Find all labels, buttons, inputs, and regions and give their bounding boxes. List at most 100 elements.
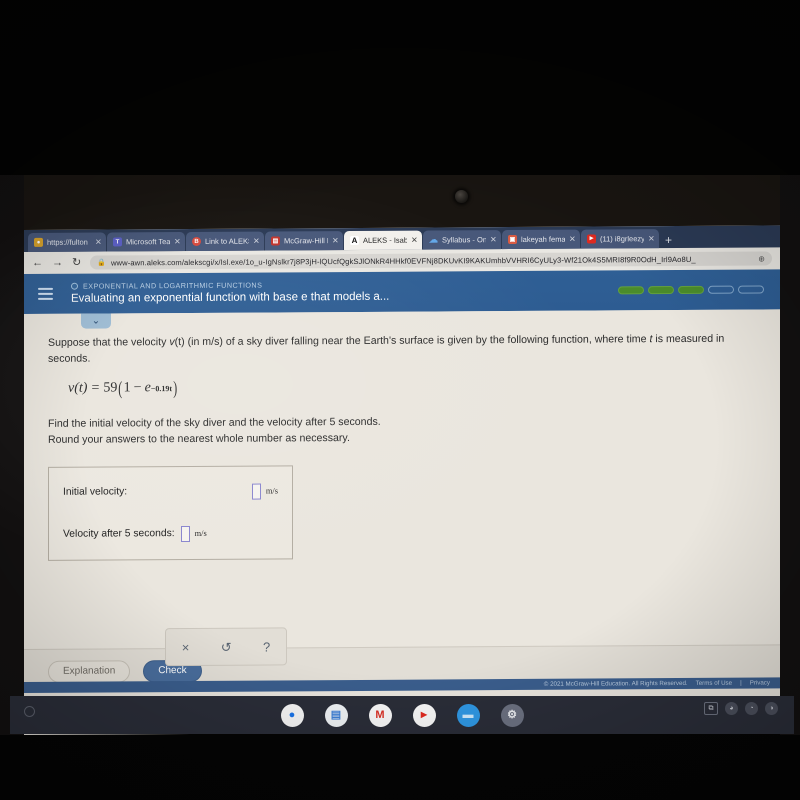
formula-one: 1 <box>123 380 131 396</box>
formula-exponent: −0.19t <box>150 383 173 394</box>
formula-open-paren: ( <box>118 378 123 400</box>
close-icon[interactable]: ✕ <box>569 235 576 244</box>
initial-velocity-label: Initial velocity: <box>63 486 128 498</box>
browser-tab-4-active[interactable]: A ALEKS - Isabel ✕ <box>344 230 422 251</box>
objective-title: Evaluating an exponential function with … <box>71 290 390 305</box>
undo-icon[interactable]: ↺ <box>221 639 232 654</box>
tab-title: lakeyah fema <box>521 234 565 244</box>
aleks-icon: A <box>350 235 359 246</box>
progress-segment-4 <box>708 285 734 294</box>
new-tab-button[interactable]: + <box>660 233 677 248</box>
velocity-after-5-seconds-label: Velocity after 5 seconds: <box>63 528 175 540</box>
forward-icon[interactable]: → <box>52 256 63 268</box>
browser-tab-5[interactable]: ☁ Syllabus - One ✕ <box>423 230 501 250</box>
initial-velocity-input[interactable] <box>251 483 261 500</box>
question-prompt: Suppose that the velocity v(t) (in m/s) … <box>48 332 753 368</box>
tab-title: Syllabus - One <box>442 235 486 245</box>
youtube-icon[interactable]: ▶ <box>412 703 436 727</box>
tab-title: https://fulton <box>47 237 88 247</box>
browser-tab-6[interactable]: ▣ lakeyah fema ✕ <box>502 229 580 250</box>
tab-title: ALEKS - Isabel <box>363 235 407 245</box>
header-text-block: EXPONENTIAL AND LOGARITHMIC FUNCTIONS Ev… <box>71 280 389 306</box>
terms-of-use-link[interactable]: Terms of Use <box>696 680 732 687</box>
browser-tab-3[interactable]: ▤ McGraw-Hill E ✕ <box>265 231 343 251</box>
formula-of-t: (t) <box>74 380 88 396</box>
bezel-bottom <box>0 735 800 800</box>
clock-icon[interactable]: ◑ <box>765 702 778 715</box>
instruction-line-2: Round your answers to the nearest whole … <box>48 432 350 447</box>
laptop-photo: ● https://fulton ✕ T Microsoft Tea ✕ B L… <box>0 0 800 800</box>
link-icon: B <box>192 236 201 246</box>
initial-velocity-unit: m/s <box>265 486 278 496</box>
wifi-icon[interactable]: ◔ <box>745 702 758 715</box>
copyright-text: © 2021 McGraw-Hill Education. All Rights… <box>543 679 688 688</box>
question-body: Suppose that the velocity v(t) (in m/s) … <box>24 309 780 731</box>
bezel-top <box>0 0 800 175</box>
files-icon[interactable]: ▬ <box>456 703 480 727</box>
browser-tab-strip: ● https://fulton ✕ T Microsoft Tea ✕ B L… <box>24 225 780 252</box>
bezel-right <box>780 175 800 735</box>
chrome-icon[interactable]: ● <box>280 703 304 727</box>
bezel-upper <box>0 175 800 230</box>
action-bar: Explanation Check © 2021 McGraw-Hill Edu… <box>24 644 780 693</box>
prompt-part-2: (in m/s) of a sky diver falling near the… <box>187 333 647 349</box>
privacy-link[interactable]: Privacy <box>750 679 770 686</box>
browser-tab-2[interactable]: B Link to ALEKS ✕ <box>186 231 264 252</box>
prompt-part-4: seconds. <box>48 352 91 365</box>
close-icon[interactable]: ✕ <box>490 235 497 244</box>
prompt-part-3: is measured in <box>655 332 725 346</box>
formula-equals: = <box>91 380 100 396</box>
address-bar[interactable]: 🔒 www-awn.aleks.com/alekscgi/x/Isl.exe/1… <box>90 251 772 270</box>
prompt-variable-t: t <box>649 333 653 346</box>
explanation-button[interactable]: Explanation <box>48 659 131 683</box>
formula-close-paren: ) <box>173 377 178 399</box>
close-icon[interactable]: ✕ <box>253 237 260 246</box>
progress-segment-2 <box>648 286 674 295</box>
back-icon[interactable]: ← <box>32 256 43 268</box>
close-icon[interactable]: ✕ <box>648 234 655 243</box>
clear-icon[interactable]: × <box>182 639 190 654</box>
browser-tab-0[interactable]: ● https://fulton ✕ <box>28 232 106 252</box>
formula-minus: − <box>133 380 142 396</box>
youtube-icon: ▶ <box>587 234 596 244</box>
progress-indicator <box>618 285 764 295</box>
chevron-down-icon[interactable]: ⌄ <box>81 313 111 329</box>
close-icon[interactable]: ✕ <box>174 237 181 246</box>
topic-label: EXPONENTIAL AND LOGARITHMIC FUNCTIONS <box>83 280 263 291</box>
tab-title: (11) i8grleezy <box>600 234 644 244</box>
zoom-icon[interactable]: ⊕ <box>758 254 765 263</box>
answer-row-velocity-5s: Velocity after 5 seconds: m/s <box>63 522 278 545</box>
reload-icon[interactable]: ↻ <box>72 256 81 268</box>
formula-coefficient: 59 <box>103 380 118 396</box>
laptop-screen: ● https://fulton ✕ T Microsoft Tea ✕ B L… <box>24 225 780 735</box>
answer-panel: Initial velocity: m/s Velocity after 5 s… <box>48 464 293 561</box>
screenshot-icon[interactable]: ⧉ <box>704 702 718 715</box>
browser-tab-7[interactable]: ▶ (11) i8grleezy ✕ <box>581 229 659 249</box>
copyright-bar: © 2021 McGraw-Hill Education. All Rights… <box>24 677 780 693</box>
battery-icon[interactable]: ◕ <box>725 702 738 715</box>
image-icon: ▣ <box>508 234 517 245</box>
close-icon[interactable]: ✕ <box>95 238 102 247</box>
aleks-header: EXPONENTIAL AND LOGARITHMIC FUNCTIONS Ev… <box>24 269 780 329</box>
microsoft-teams-icon: T <box>113 237 122 247</box>
close-icon[interactable]: ✕ <box>332 236 339 245</box>
prompt-part-1: Suppose that the velocity <box>48 336 167 349</box>
launcher-button[interactable] <box>24 706 35 717</box>
progress-segment-1 <box>618 286 644 295</box>
settings-icon[interactable]: ⚙ <box>500 703 524 727</box>
browser-tab-1[interactable]: T Microsoft Tea ✕ <box>107 232 185 252</box>
address-bar-url: www-awn.aleks.com/alekscgi/x/Isl.exe/1o_… <box>110 254 696 267</box>
footer-separator: | <box>740 679 742 687</box>
velocity-after-5-seconds-input[interactable] <box>180 525 190 542</box>
google-slides-icon[interactable]: ▤ <box>324 703 348 727</box>
velocity-formula: v (t) = 59 ( 1 − e −0.19t ) <box>68 375 760 400</box>
system-tray[interactable]: ⧉ ◕ ◔ ◑ <box>704 702 778 715</box>
topic-bullet-icon <box>71 282 78 290</box>
onedrive-icon: ☁ <box>429 234 438 245</box>
close-icon[interactable]: ✕ <box>411 236 418 245</box>
gmail-icon[interactable]: M <box>368 703 392 727</box>
hamburger-menu-icon[interactable] <box>38 287 53 300</box>
progress-segment-5 <box>738 285 764 294</box>
help-icon[interactable]: ? <box>263 639 270 654</box>
tab-title: Microsoft Tea <box>126 237 170 247</box>
